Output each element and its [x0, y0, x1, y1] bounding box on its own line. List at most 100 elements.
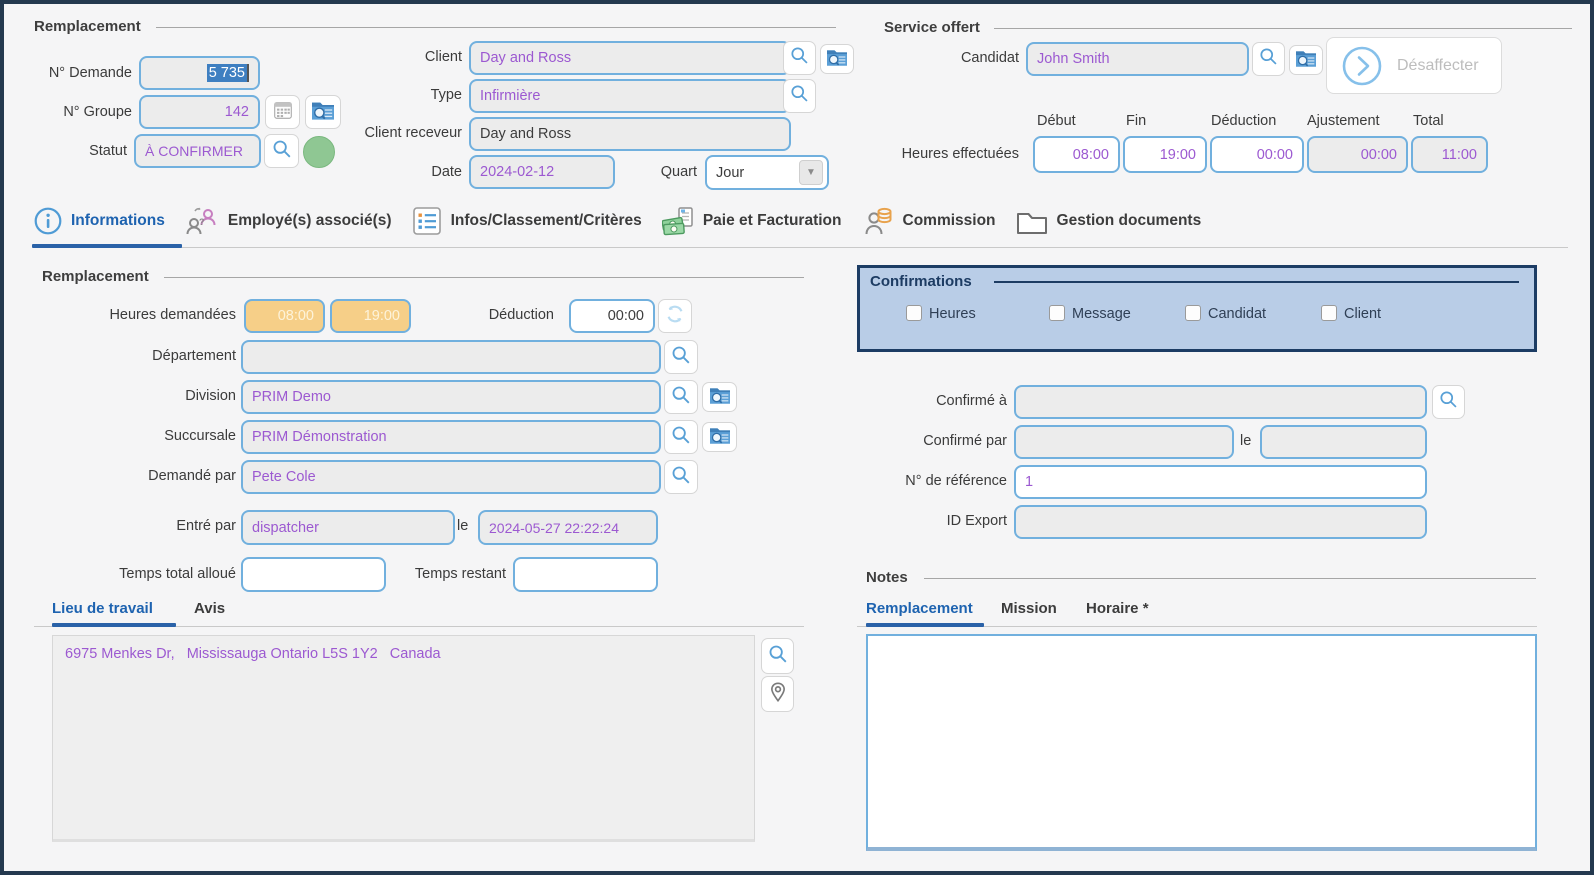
checkbox-candidat-label: Candidat: [1208, 306, 1266, 322]
heure-demandee-debut-field[interactable]: 08:00: [244, 299, 325, 333]
entre-le-field[interactable]: 2024-05-27 22:22:24: [478, 510, 658, 545]
svg-text:?: ?: [199, 217, 205, 227]
search-icon: [271, 138, 293, 165]
heures-fin-field[interactable]: 19:00: [1123, 136, 1207, 173]
demande-par-field[interactable]: Pete Cole: [241, 460, 661, 494]
quart-dropdown-arrow[interactable]: ▼: [799, 160, 823, 185]
heure-demandee-fin-field[interactable]: 19:00: [330, 299, 411, 333]
search-icon: [670, 424, 692, 451]
departement-search-button[interactable]: [664, 340, 698, 374]
confirme-par-field[interactable]: [1014, 425, 1234, 459]
heures-debut-field[interactable]: 08:00: [1033, 136, 1120, 173]
search-icon: [789, 45, 810, 71]
search-icon: [1258, 46, 1279, 72]
confirme-a-field[interactable]: [1014, 385, 1427, 419]
type-field[interactable]: Infirmière: [469, 79, 791, 113]
tab-paie-facturation[interactable]: Paie et Facturation: [662, 206, 842, 236]
workplace-address-text: 6975 Menkes Dr, Mississauga Ontario L5S …: [65, 646, 441, 662]
group-title-service-offert: Service offert: [884, 19, 980, 36]
tab-infos-label: Infos/Classement/Critères: [451, 212, 642, 230]
temps-total-alloue-field[interactable]: [241, 557, 386, 592]
heures-ajustement-field[interactable]: 00:00: [1307, 136, 1408, 173]
entre-par-field[interactable]: dispatcher: [241, 510, 455, 545]
confirme-a-search-button[interactable]: [1432, 385, 1465, 419]
notes-tab-mission[interactable]: Mission: [1001, 600, 1057, 617]
group-title-remplacement-main: Remplacement: [42, 268, 149, 285]
search-icon: [789, 83, 810, 109]
temps-total-alloue-label: Temps total alloué: [64, 566, 236, 582]
confirmations-line: [994, 281, 1519, 283]
notes-textarea[interactable]: [866, 634, 1537, 851]
division-folder-search-button[interactable]: [702, 382, 737, 412]
folder-search-icon: [826, 47, 848, 72]
groupe-field[interactable]: 142: [139, 95, 260, 129]
workplace-address-box[interactable]: [52, 635, 755, 842]
demande-field[interactable]: 5 735: [139, 56, 260, 90]
folder-search-icon: [311, 99, 335, 126]
deduction-field[interactable]: 00:00: [569, 299, 655, 333]
calendar-icon: [272, 99, 294, 126]
candidat-folder-search-button[interactable]: [1289, 45, 1323, 75]
id-export-label: ID Export: [877, 513, 1007, 529]
client-field[interactable]: Day and Ross: [469, 41, 791, 75]
confirme-le-field[interactable]: [1260, 425, 1427, 459]
info-icon: [34, 207, 62, 235]
succursale-search-button[interactable]: [664, 420, 698, 454]
demande-selected-text: 5 735: [207, 64, 249, 82]
temps-restant-field[interactable]: [513, 557, 658, 592]
succursale-field[interactable]: PRIM Démonstration: [241, 420, 661, 454]
statut-field[interactable]: À CONFIRMER: [134, 134, 261, 168]
checkbox-client[interactable]: [1321, 305, 1337, 321]
division-search-button[interactable]: [664, 380, 698, 414]
checkbox-message[interactable]: [1049, 305, 1065, 321]
recalculate-button[interactable]: [658, 299, 692, 333]
notes-active-underline: [866, 623, 984, 627]
date-field[interactable]: 2024-02-12: [469, 155, 615, 189]
checkbox-heures-label: Heures: [929, 306, 976, 322]
checkbox-candidat[interactable]: [1185, 305, 1201, 321]
subtab-lieu-de-travail[interactable]: Lieu de travail: [52, 600, 153, 617]
tab-gestion-documents[interactable]: Gestion documents: [1016, 208, 1202, 235]
subtab-avis[interactable]: Avis: [194, 600, 225, 617]
checkbox-client-label: Client: [1344, 306, 1381, 322]
search-icon: [670, 384, 692, 411]
date-label: Date: [334, 164, 462, 180]
col-ajustement-label: Ajustement: [1307, 113, 1380, 129]
id-export-field[interactable]: [1014, 505, 1427, 539]
statut-search-button[interactable]: [264, 134, 299, 168]
client-folder-search-button[interactable]: [820, 44, 854, 74]
checkbox-heures[interactable]: [906, 305, 922, 321]
address-search-button[interactable]: [761, 638, 794, 674]
division-field[interactable]: PRIM Demo: [241, 380, 661, 414]
search-icon: [767, 643, 789, 670]
client-label: Client: [334, 49, 462, 65]
status-indicator-green: [303, 136, 335, 168]
heures-deduction-field[interactable]: 00:00: [1210, 136, 1304, 173]
map-button[interactable]: [761, 676, 794, 712]
notes-tab-horaire[interactable]: Horaire *: [1086, 600, 1149, 617]
col-debut-label: Début: [1037, 113, 1076, 129]
desaffecter-button-label: Désaffecter: [1397, 57, 1479, 75]
tab-employes-associes[interactable]: ? Employé(s) associé(s): [185, 205, 392, 237]
main-tabbar: Informations ? Employé(s) associé(s) Inf…: [34, 205, 1201, 237]
desaffecter-button[interactable]: Désaffecter: [1326, 37, 1502, 94]
demande-par-search-button[interactable]: [664, 460, 698, 494]
tab-infos-classement-criteres[interactable]: Infos/Classement/Critères: [412, 206, 642, 236]
client-search-button[interactable]: [783, 41, 816, 75]
reference-field[interactable]: 1: [1014, 465, 1427, 499]
heures-total-field[interactable]: 11:00: [1411, 136, 1488, 173]
groupe-calendar-button[interactable]: [265, 95, 300, 129]
client-receveur-field[interactable]: Day and Ross: [469, 117, 791, 151]
tab-commission[interactable]: Commission: [862, 205, 996, 237]
type-search-button[interactable]: [783, 79, 816, 113]
candidat-search-button[interactable]: [1252, 42, 1285, 76]
tab-informations[interactable]: Informations: [34, 207, 165, 235]
folder-icon: [1016, 208, 1048, 235]
candidat-field[interactable]: John Smith: [1026, 42, 1249, 76]
departement-field[interactable]: [241, 340, 661, 374]
notes-tab-remplacement[interactable]: Remplacement: [866, 600, 973, 617]
tab-commission-label: Commission: [903, 212, 996, 230]
heures-demandees-label: Heures demandées: [64, 307, 236, 323]
lieu-active-underline: [52, 623, 176, 627]
succursale-folder-search-button[interactable]: [702, 422, 737, 452]
